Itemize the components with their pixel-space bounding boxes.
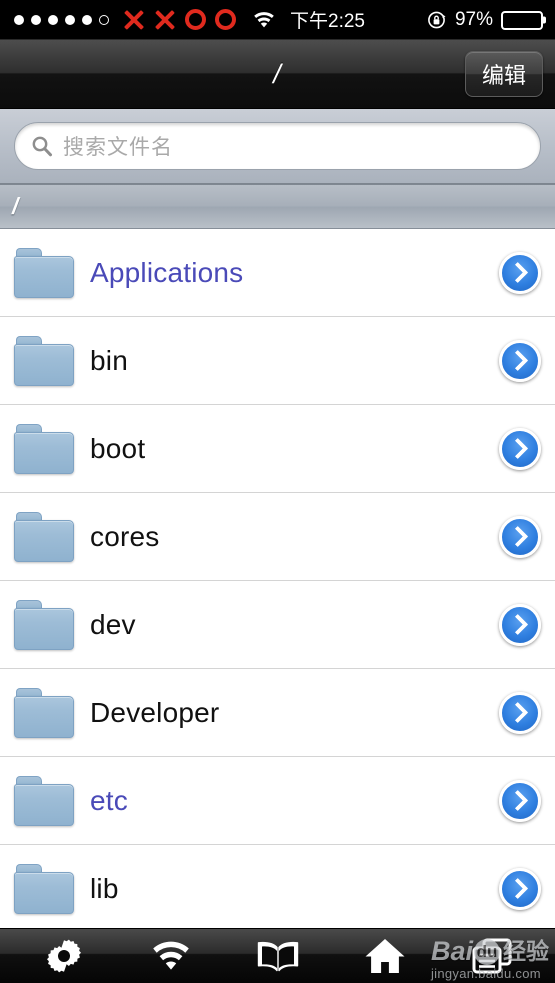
table-row[interactable]: etc	[0, 757, 555, 845]
signal-dot-empty	[99, 14, 109, 25]
toolbar-home-button[interactable]	[340, 929, 430, 983]
status-bar-time: 下午2:25	[290, 11, 365, 32]
edit-button[interactable]: 编辑	[465, 51, 543, 97]
toolbar-bookmarks-button[interactable]	[233, 929, 323, 983]
book-icon	[255, 939, 301, 973]
signal-dot	[65, 14, 75, 25]
circle-mark-icon	[215, 9, 236, 30]
page-title: /	[273, 58, 282, 89]
circle-mark-icon	[185, 9, 206, 30]
folder-icon	[14, 511, 76, 562]
bottom-toolbar: Bai du 经验 jingyan.baidu.com	[0, 928, 555, 983]
file-name-label: Developer	[90, 696, 220, 728]
table-row[interactable]: Developer	[0, 669, 555, 757]
status-bar-left: 下午2:25	[0, 6, 365, 33]
table-row[interactable]: dev	[0, 581, 555, 669]
file-list: Applications bin boot cores dev Developer etc l…	[0, 229, 555, 933]
toolbar-windows-button[interactable]	[447, 929, 537, 983]
file-name-label: bin	[90, 344, 128, 376]
chevron-right-icon[interactable]	[499, 867, 541, 910]
folder-icon	[14, 687, 76, 738]
rotation-lock-icon	[427, 10, 447, 30]
table-row[interactable]: lib	[0, 845, 555, 933]
file-name-label: cores	[90, 520, 160, 552]
signal-dot	[14, 14, 24, 25]
chevron-right-icon[interactable]	[499, 603, 541, 646]
signal-strength-dots	[14, 14, 109, 25]
chevron-right-icon[interactable]	[499, 427, 541, 470]
table-row[interactable]: cores	[0, 493, 555, 581]
toolbar-settings-button[interactable]	[19, 929, 109, 983]
table-row[interactable]: bin	[0, 317, 555, 405]
file-name-label: lib	[90, 872, 119, 904]
signal-dot	[31, 14, 41, 25]
file-name-label: etc	[90, 784, 128, 816]
table-row[interactable]: Applications	[0, 229, 555, 317]
chevron-right-icon[interactable]	[499, 515, 541, 558]
navigation-bar: / 编辑	[0, 40, 555, 109]
folder-icon	[14, 247, 76, 298]
chevron-right-icon[interactable]	[499, 779, 541, 822]
toolbar-wifi-button[interactable]	[126, 929, 216, 983]
battery-icon	[501, 10, 543, 30]
status-bar: 下午2:25 97%	[0, 0, 555, 40]
chevron-right-icon[interactable]	[499, 339, 541, 382]
signal-dot	[48, 14, 58, 25]
folder-icon	[14, 599, 76, 650]
cross-mark-icon	[154, 9, 176, 31]
wifi-icon	[252, 11, 276, 29]
wifi-icon	[150, 940, 192, 972]
chevron-right-icon[interactable]	[499, 691, 541, 734]
carrier-marks	[123, 9, 236, 31]
section-header-label: /	[12, 193, 19, 219]
folder-icon	[14, 335, 76, 386]
folder-icon	[14, 775, 76, 826]
chevron-right-icon[interactable]	[499, 251, 541, 294]
folder-icon	[14, 863, 76, 914]
table-row[interactable]: boot	[0, 405, 555, 493]
search-placeholder: 搜索文件名	[63, 136, 173, 159]
file-name-label: boot	[90, 432, 146, 464]
gear-icon	[45, 937, 83, 975]
cross-mark-icon	[123, 9, 145, 31]
file-name-label: Applications	[90, 256, 244, 288]
file-name-label: dev	[90, 608, 136, 640]
app-window: 下午2:25 97% / 编辑 搜索文件名 / Applications bin…	[0, 0, 555, 983]
status-bar-right: 97%	[427, 0, 543, 40]
windows-icon	[471, 937, 513, 975]
search-icon	[31, 135, 53, 157]
battery-percent-label: 97%	[454, 9, 493, 30]
search-bar: 搜索文件名	[0, 109, 555, 184]
folder-icon	[14, 423, 76, 474]
signal-dot	[82, 14, 92, 25]
section-header: /	[0, 184, 555, 229]
search-input[interactable]: 搜索文件名	[14, 122, 541, 170]
home-icon	[364, 937, 406, 975]
